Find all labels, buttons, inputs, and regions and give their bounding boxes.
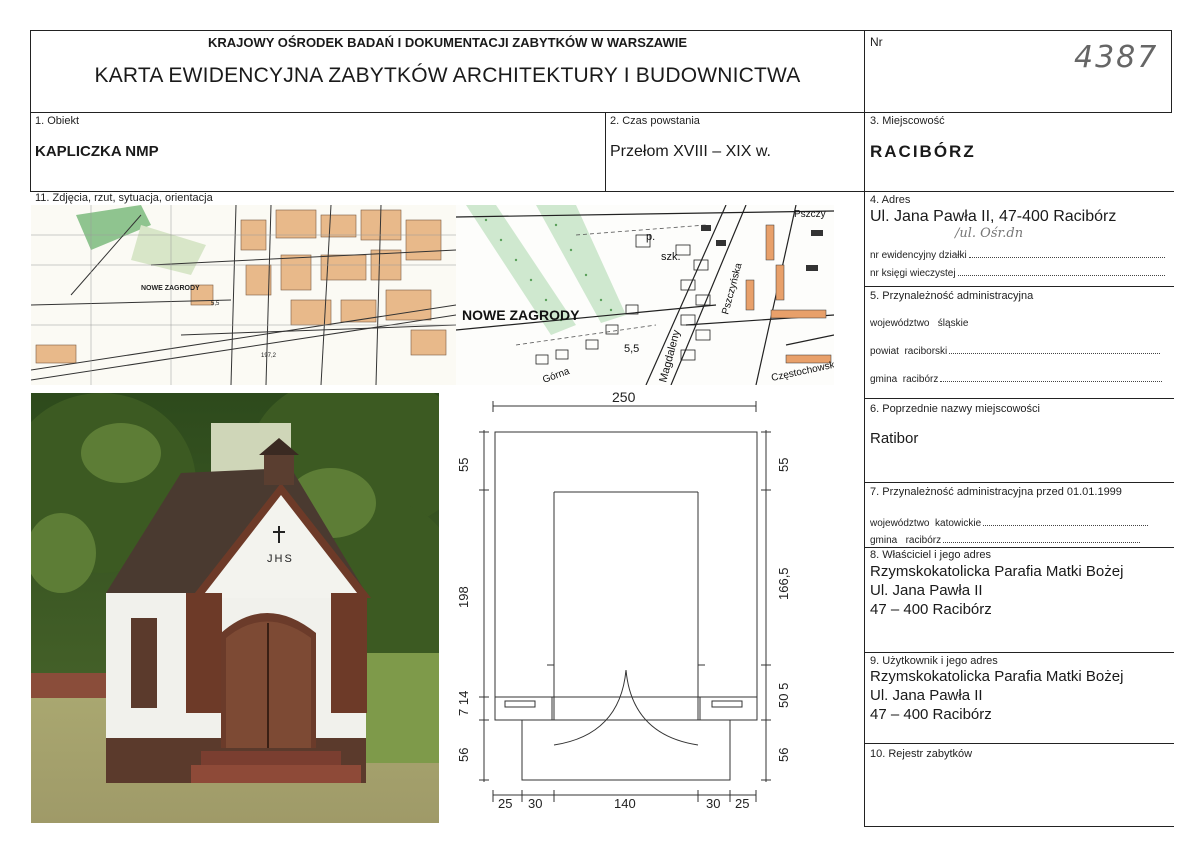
map-label-szk: szk.	[661, 251, 681, 263]
gmina-row: gmina racibórz	[870, 374, 1162, 385]
miejscowosc-value: RACIBÓRZ	[870, 142, 976, 161]
card-title: KARTA EWIDENCYJNA ZABYTKÓW ARCHITEKTURY …	[94, 64, 801, 87]
map-label-p: p.	[646, 231, 655, 243]
wlasciciel-label: 8. Właściciel i jego adres	[870, 549, 992, 561]
map-street-5: Pszczy	[794, 209, 826, 220]
overview-map: NOWE ZAGRODY 5,5 197,2	[31, 205, 456, 385]
institution-heading: KRAJOWY OŚRODEK BADAŃ I DOKUMENTACJI ZAB…	[207, 35, 688, 50]
czas-value: Przełom XVIII – XIX w.	[610, 143, 771, 160]
overview-map-svg: NOWE ZAGRODY 5,5 197,2	[31, 205, 456, 385]
map-height-3: 197,2	[261, 353, 277, 359]
nr-value: 4387	[1074, 40, 1159, 75]
powiat-row: powiat raciborski	[870, 346, 1160, 357]
dim-left-top: 55	[456, 458, 471, 472]
poprzednie-label: 6. Poprzednie nazwy miejscowości	[870, 403, 1040, 415]
wojewodztwo-value: województwo śląskie	[870, 318, 969, 329]
wlasciciel-line-1: Rzymskokatolicka Parafia Matki Bożej	[870, 563, 1124, 580]
rejestr-label: 10. Rejestr zabytków	[870, 748, 973, 760]
adres-handwritten: /ul. Ośr.dn	[955, 226, 1024, 241]
map-place-label: NOWE ZAGRODY	[462, 307, 580, 323]
map-height-1: 5,5	[211, 301, 220, 307]
poprzednie-value: Ratibor	[870, 430, 919, 447]
dim-right-mid: 166,5	[776, 567, 791, 600]
dim-bottom-3: 140	[614, 796, 636, 811]
detail-map-svg: NOWE ZAGRODY 5,5 szk. p. Pszczy Pszczyńs…	[456, 205, 834, 385]
dim-right-top: 55	[776, 458, 791, 472]
zdjecia-label: 11. Zdjęcia, rzut, sytuacja, orientacja	[35, 192, 213, 204]
gmina-przed-value: gmina racibórz	[870, 535, 942, 546]
dim-right-low: 50 5	[776, 683, 791, 708]
woj-przed-row: województwo katowickie	[870, 518, 1148, 529]
adres-value: Ul. Jana Pawła II, 47-400 Racibórz	[870, 208, 1117, 225]
woj-przed-value: województwo katowickie	[870, 518, 982, 529]
obiekt-value: KAPLICZKA NMP	[35, 143, 159, 160]
detail-map: NOWE ZAGRODY 5,5 szk. p. Pszczy Pszczyńs…	[456, 205, 834, 385]
dzialka-label: nr ewidencyjny działki	[870, 250, 967, 261]
gmina-value: gmina racibórz	[870, 374, 939, 385]
uzytkownik-label: 9. Użytkownik i jego adres	[870, 655, 998, 667]
dim-bottom-4: 30	[706, 796, 720, 811]
dim-bottom-2: 30	[528, 796, 542, 811]
adres-label: 4. Adres	[870, 194, 911, 206]
dim-left-low: 7 14	[456, 691, 471, 716]
dim-right-bottom: 56	[776, 748, 791, 762]
dzialka-row: nr ewidencyjny działki	[870, 250, 1165, 261]
chapel-inscription: JHS	[267, 553, 294, 565]
floor-plan-svg: 250 55 198 7 14 56 55 166,5 50 5 56 25 3…	[456, 389, 791, 811]
gmina-przed-row: gmina racibórz	[870, 535, 1140, 546]
map-height-2: 5,5	[624, 343, 639, 355]
map-label-small: NOWE ZAGRODY	[141, 285, 200, 292]
uzytkownik-line-3: 47 – 400 Racibórz	[870, 706, 992, 723]
floor-plan: 250 55 198 7 14 56 55 166,5 50 5 56 25 3…	[450, 389, 860, 815]
powiat-value: powiat raciborski	[870, 346, 948, 357]
dim-bottom-1: 25	[498, 796, 512, 811]
wlasciciel-line-3: 47 – 400 Racibórz	[870, 601, 992, 618]
obiekt-label: 1. Obiekt	[35, 115, 80, 127]
chapel-photo-svg: JHS	[31, 393, 439, 823]
dim-top-width: 250	[612, 390, 636, 405]
chapel-photo: JHS	[31, 393, 439, 823]
nr-label: Nr	[870, 35, 883, 49]
dim-left-mid: 198	[456, 586, 471, 608]
dim-left-bottom: 56	[456, 748, 471, 762]
dim-bottom-5: 25	[735, 796, 749, 811]
uzytkownik-line-1: Rzymskokatolicka Parafia Matki Bożej	[870, 668, 1124, 685]
ksiega-row: nr księgi wieczystej	[870, 268, 1165, 279]
przynaleznosc-przed-label: 7. Przynależność administracyjna przed 0…	[870, 486, 1122, 498]
ksiega-label: nr księgi wieczystej	[870, 268, 956, 279]
wlasciciel-line-2: Ul. Jana Pawła II	[870, 582, 983, 599]
czas-label: 2. Czas powstania	[610, 115, 700, 127]
miejscowosc-label: 3. Miejscowość	[870, 115, 945, 127]
uzytkownik-line-2: Ul. Jana Pawła II	[870, 687, 983, 704]
przynaleznosc-label: 5. Przynależność administracyjna	[870, 290, 1034, 302]
